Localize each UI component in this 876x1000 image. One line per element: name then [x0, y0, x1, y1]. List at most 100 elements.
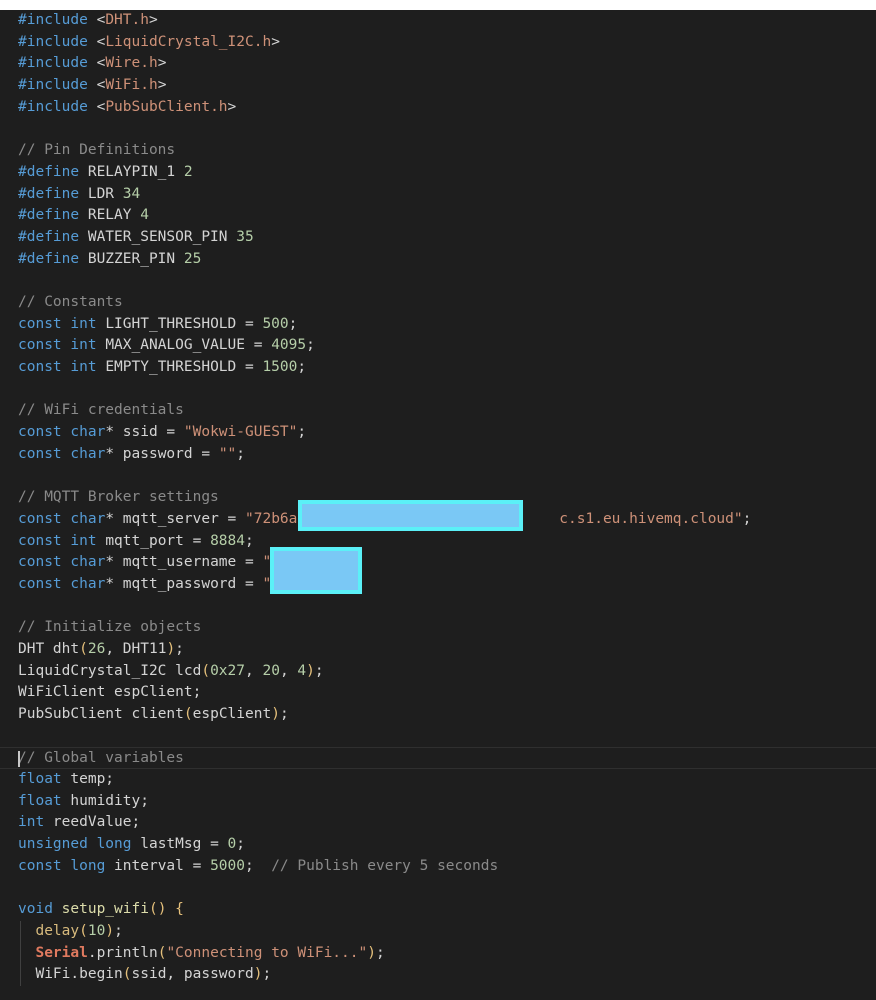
code-token: const: [18, 554, 71, 571]
code-token: 4: [297, 662, 307, 679]
code-line: // Pin Definitions: [0, 140, 876, 162]
code-token: ;: [742, 510, 752, 527]
indent-guide: [20, 942, 21, 965]
code-line: const int EMPTY_THRESHOLD = 1500;: [0, 357, 876, 379]
code-line: const char* ssid = "Wokwi-GUEST";: [0, 422, 876, 444]
code-line: #include <LiquidCrystal_I2C.h>: [0, 32, 876, 54]
code-token: // Pin Definitions: [18, 142, 176, 159]
code-line: PubSubClient client(espClient);: [0, 704, 876, 726]
code-token: // Initialize objects: [18, 619, 202, 636]
code-line: int reedValue;: [0, 812, 876, 834]
code-token: lcd: [175, 662, 202, 679]
code-token: 2: [183, 163, 193, 180]
code-line: const long interval = 5000; // Publish e…: [0, 856, 876, 878]
code-token: delay: [35, 922, 80, 939]
code-token: 4095: [271, 337, 307, 354]
code-token: c.s1.eu.hivemq.cloud": [559, 510, 743, 527]
code-token: ,: [279, 662, 298, 679]
code-token: PubSubClient: [18, 706, 132, 722]
code-line: #define BUZZER_PIN 25: [0, 249, 876, 271]
code-token: WiFi.: [18, 966, 80, 983]
code-line: const char* mqtt_password = ": [0, 574, 876, 596]
code-token: Serial: [35, 944, 88, 961]
code-token: "Wokwi-GUEST": [183, 424, 298, 441]
code-token: #define: [18, 228, 88, 245]
code-token: // MQTT Broker settings: [18, 489, 219, 506]
code-token: // Publish every 5 seconds: [271, 857, 499, 874]
code-token: ): [166, 640, 176, 657]
code-line: LiquidCrystal_I2C lcd(0x27, 20, 4);: [0, 661, 876, 683]
code-token: const: [18, 359, 71, 375]
code-token: 35: [236, 228, 254, 245]
code-token: interval =: [114, 857, 211, 874]
code-token: // Constants: [18, 293, 123, 310]
code-token: #include: [18, 55, 97, 72]
code-token: Wire.h: [105, 55, 158, 72]
code-token: #include: [18, 98, 97, 115]
code-token: // WiFi credentials: [18, 402, 184, 419]
code-token: 0: [227, 836, 237, 853]
code-token: , DHT11: [105, 640, 167, 657]
code-token: DHT: [18, 640, 53, 657]
code-token: WATER_SENSOR_PIN: [87, 228, 237, 245]
code-line: const int LIGHT_THRESHOLD = 500;: [0, 314, 876, 336]
code-token: 26: [87, 640, 106, 657]
code-token: * mqtt_server =: [105, 510, 245, 527]
code-line: float humidity;: [0, 791, 876, 813]
code-token: println: [96, 944, 158, 961]
code-token: long: [96, 836, 141, 853]
code-token: <: [96, 77, 106, 94]
code-token: <: [96, 33, 106, 50]
code-token: const: [18, 510, 71, 527]
code-token: ;: [297, 424, 307, 441]
code-token: >: [157, 77, 167, 94]
code-token: ): [271, 706, 280, 722]
code-token: float: [18, 792, 71, 809]
code-token: ): [306, 662, 315, 679]
code-line: void setup_wifi() {: [0, 899, 876, 921]
code-token: const: [18, 424, 71, 441]
code-token: (: [79, 640, 88, 657]
code-token: 25: [183, 250, 202, 267]
code-token: ;: [262, 966, 272, 983]
code-line: #include <Wire.h>: [0, 53, 876, 75]
code-lines: #include <DHT.h> #include <LiquidCrystal_…: [0, 10, 876, 986]
code-token: char: [70, 554, 106, 571]
code-token: >: [227, 98, 237, 115]
code-editor[interactable]: #include <DHT.h> #include <LiquidCrystal_…: [0, 10, 876, 1000]
text-cursor: [18, 751, 20, 768]
code-token: lastMsg =: [140, 836, 228, 853]
code-token: PubSubClient.h: [105, 98, 228, 115]
code-line: DHT dht(26, DHT11);: [0, 639, 876, 661]
code-line: #define RELAYPIN_1 2: [0, 162, 876, 184]
code-token: temp;: [70, 771, 115, 788]
code-token: char: [70, 424, 106, 441]
code-token: const: [18, 315, 71, 332]
code-token: >: [148, 12, 158, 28]
code-token: const: [18, 337, 71, 354]
code-token: reedValue;: [52, 814, 141, 831]
code-token: #define: [18, 207, 88, 224]
code-line: #define RELAY 4: [0, 205, 876, 227]
code-token: client: [131, 706, 184, 722]
code-token: ;: [114, 922, 123, 939]
code-token: LiquidCrystal_I2C: [18, 662, 176, 679]
code-token: int: [70, 359, 106, 375]
code-token: WiFiClient espClient;: [18, 684, 202, 701]
code-line: unsigned long lastMsg = 0;: [0, 834, 876, 856]
code-token: 500: [262, 315, 289, 332]
code-line: const char* password = "";: [0, 444, 876, 466]
code-token: ;: [236, 836, 246, 853]
code-token: "72b6a: [245, 510, 298, 527]
code-token: const: [18, 575, 71, 592]
code-token: const: [18, 445, 71, 462]
code-line: delay(10);: [0, 920, 876, 943]
code-token: humidity;: [70, 792, 149, 809]
code-token: ): [105, 922, 115, 939]
code-token: setup_wifi: [61, 901, 149, 918]
code-token: ): [367, 944, 376, 961]
code-token: RELAYPIN_1: [87, 163, 184, 180]
code-token: ,: [245, 662, 263, 679]
